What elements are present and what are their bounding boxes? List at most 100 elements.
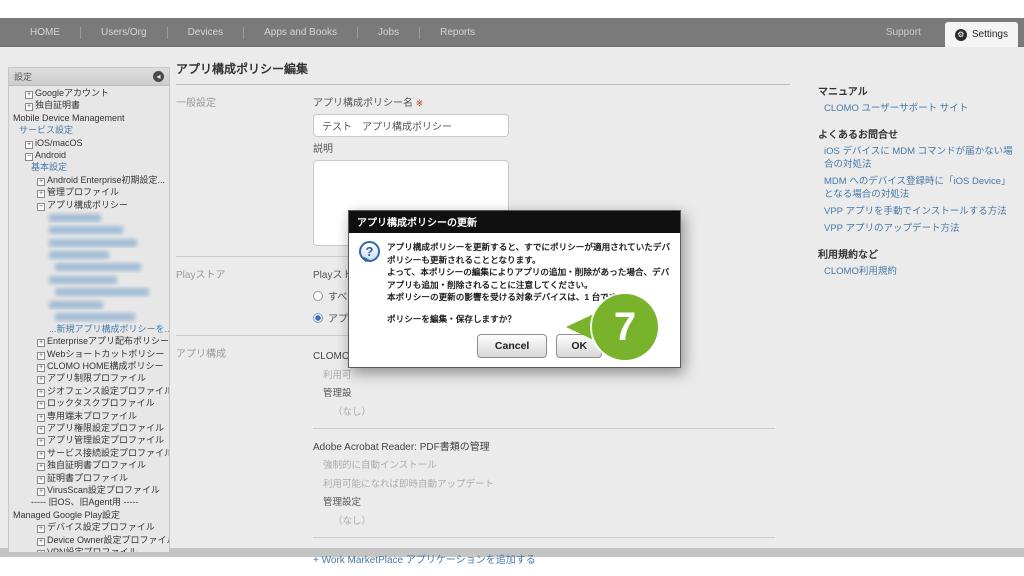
tree-item-label[interactable]: Device Owner設定プロファイル — [47, 535, 169, 545]
help-link[interactable]: CLOMO利用規約 — [824, 265, 1018, 278]
expand-icon[interactable]: + — [37, 463, 45, 471]
tree-item-label[interactable]: VPN設定プロファイル — [47, 547, 138, 553]
expand-icon[interactable]: + — [37, 414, 45, 422]
nav-item-users-org[interactable]: Users/Org — [81, 27, 167, 38]
tree-item-label[interactable]: ...新規アプリ構成ポリシーを... — [49, 324, 169, 334]
sidebar-tree-item[interactable]: ...新規アプリ構成ポリシーを... — [9, 323, 169, 335]
policy-name-input[interactable] — [313, 114, 509, 137]
sidebar-tree-item[interactable]: +独自証明書プロファイル — [9, 459, 169, 471]
tree-item-label[interactable]: 証明書プロファイル — [47, 473, 128, 483]
sidebar-tree-item[interactable]: +アプリ制限プロファイル — [9, 372, 169, 384]
tree-item-label[interactable]: Enterpriseアプリ配布ポリシー — [47, 336, 169, 346]
collapse-icon[interactable]: − — [37, 203, 45, 211]
redacted-policy-item[interactable] — [9, 298, 169, 310]
tree-item-label[interactable]: Googleアカウント — [35, 88, 109, 98]
collapse-icon[interactable]: − — [25, 153, 33, 161]
sidebar-tree-item[interactable]: −Android — [9, 149, 169, 161]
nav-item-support[interactable]: Support — [886, 27, 921, 38]
redacted-policy-item[interactable] — [9, 286, 169, 298]
add-application-link[interactable]: + Work MarketPlace アプリケーションを追加する — [313, 551, 790, 566]
expand-icon[interactable]: + — [37, 401, 45, 409]
help-link[interactable]: iOS デバイスに MDM コマンドが届かない場合の対処法 — [824, 145, 1018, 171]
sidebar-tree-item[interactable]: +独自証明書 — [9, 99, 169, 111]
tree-item-label[interactable]: Android — [35, 150, 66, 160]
sidebar-tree-item[interactable]: +Enterpriseアプリ配布ポリシー — [9, 335, 169, 347]
sidebar-tree-item[interactable]: +アプリ権限設定プロファイル — [9, 422, 169, 434]
expand-icon[interactable]: + — [25, 91, 33, 99]
tree-item-label[interactable]: 独自証明書プロファイル — [47, 460, 146, 470]
expand-icon[interactable]: + — [37, 339, 45, 347]
redacted-policy-item[interactable] — [9, 223, 169, 235]
radio-unselected-icon[interactable] — [313, 291, 323, 301]
tree-item-label[interactable]: CLOMO HOME構成ポリシー — [47, 361, 164, 371]
redacted-policy-item[interactable] — [9, 261, 169, 273]
redacted-policy-item[interactable] — [9, 273, 169, 285]
tree-item-label[interactable]: アプリ権限設定プロファイル — [47, 423, 164, 433]
expand-icon[interactable]: + — [37, 352, 45, 360]
tree-item-label[interactable]: デバイス設定プロファイル — [47, 522, 155, 532]
expand-icon[interactable]: + — [37, 364, 45, 372]
expand-icon[interactable]: + — [37, 376, 45, 384]
sidebar-tree-item[interactable]: 基本設定 — [9, 161, 169, 173]
sidebar-tree-item[interactable]: +サービス接続設定プロファイル — [9, 447, 169, 459]
sidebar-tree-item[interactable]: +Android Enterprise初期設定... — [9, 174, 169, 186]
expand-icon[interactable]: + — [37, 190, 45, 198]
sidebar-tree-item[interactable]: +ジオフェンス設定プロファイル — [9, 385, 169, 397]
help-link[interactable]: CLOMO ユーザーサポート サイト — [824, 102, 1018, 115]
sidebar-tree-item[interactable]: +VirusScan設定プロファイル — [9, 484, 169, 496]
tree-item-label[interactable]: ロックタスクプロファイル — [47, 398, 155, 408]
expand-icon[interactable]: + — [37, 178, 45, 186]
tree-item-label[interactable]: 管理プロファイル — [47, 187, 119, 197]
nav-item-apps-and-books[interactable]: Apps and Books — [244, 27, 357, 38]
tree-item-label[interactable]: 専用端末プロファイル — [47, 411, 137, 421]
expand-icon[interactable]: + — [37, 538, 45, 546]
redacted-policy-item[interactable] — [9, 211, 169, 223]
sidebar-tree-item[interactable]: +CLOMO HOME構成ポリシー — [9, 360, 169, 372]
nav-item-home[interactable]: HOME — [10, 27, 80, 38]
sidebar-tree-item[interactable]: サービス設定 — [9, 124, 169, 136]
tree-item-label[interactable]: iOS/macOS — [35, 138, 83, 148]
expand-icon[interactable]: + — [25, 103, 33, 111]
sidebar-tree-item[interactable]: +Device Owner設定プロファイル — [9, 534, 169, 546]
redacted-policy-item[interactable] — [9, 248, 169, 260]
sidebar-tree-item[interactable]: +ロックタスクプロファイル — [9, 397, 169, 409]
sidebar-tree-item[interactable]: +Webショートカットポリシー — [9, 348, 169, 360]
expand-icon[interactable]: + — [25, 141, 33, 149]
sidebar-tree-item[interactable]: +デバイス設定プロファイル — [9, 521, 169, 533]
sidebar-collapse-icon[interactable]: ◂ — [153, 71, 164, 82]
help-link[interactable]: MDM へのデバイス登録時に「iOS Device」となる場合の対処法 — [824, 175, 1018, 201]
cancel-button[interactable]: Cancel — [477, 334, 547, 358]
expand-icon[interactable]: + — [37, 488, 45, 496]
tree-item-label[interactable]: VirusScan設定プロファイル — [47, 485, 160, 495]
tree-item-label[interactable]: アプリ制限プロファイル — [47, 373, 146, 383]
expand-icon[interactable]: + — [37, 476, 45, 484]
redacted-policy-item[interactable] — [9, 236, 169, 248]
tab-settings[interactable]: ⚙ Settings — [945, 22, 1018, 47]
expand-icon[interactable]: + — [37, 426, 45, 434]
tree-item-label[interactable]: サービス設定 — [19, 125, 73, 135]
help-link[interactable]: VPP アプリを手動でインストールする方法 — [824, 205, 1018, 218]
sidebar-tree-item[interactable]: +VPN設定プロファイル — [9, 546, 169, 553]
expand-icon[interactable]: + — [37, 438, 45, 446]
expand-icon[interactable]: + — [37, 525, 45, 533]
nav-item-reports[interactable]: Reports — [420, 27, 495, 38]
tree-item-label[interactable]: Android Enterprise初期設定... — [47, 175, 165, 185]
tree-item-label[interactable]: アプリ管理設定プロファイル — [47, 435, 164, 445]
sidebar-tree-item[interactable]: −アプリ構成ポリシー — [9, 199, 169, 211]
expand-icon[interactable]: + — [37, 451, 45, 459]
tree-item-label[interactable]: 独自証明書 — [35, 100, 80, 110]
tree-item-label[interactable]: 基本設定 — [31, 162, 67, 172]
sidebar-tree-item[interactable]: +専用端末プロファイル — [9, 410, 169, 422]
tree-item-label[interactable]: Webショートカットポリシー — [47, 349, 164, 359]
sidebar-tree-item[interactable]: +証明書プロファイル — [9, 472, 169, 484]
nav-item-devices[interactable]: Devices — [168, 27, 244, 38]
sidebar-tree-item[interactable]: +アプリ管理設定プロファイル — [9, 434, 169, 446]
help-link[interactable]: VPP アプリのアップデート方法 — [824, 222, 1018, 235]
sidebar-tree-item[interactable]: +iOS/macOS — [9, 137, 169, 149]
expand-icon[interactable]: + — [37, 389, 45, 397]
nav-item-jobs[interactable]: Jobs — [358, 27, 419, 38]
radio-selected-icon[interactable] — [313, 313, 323, 323]
sidebar-tree-item[interactable]: +Googleアカウント — [9, 87, 169, 99]
tree-item-label[interactable]: アプリ構成ポリシー — [47, 200, 128, 210]
sidebar-tree-item[interactable]: +管理プロファイル — [9, 186, 169, 198]
